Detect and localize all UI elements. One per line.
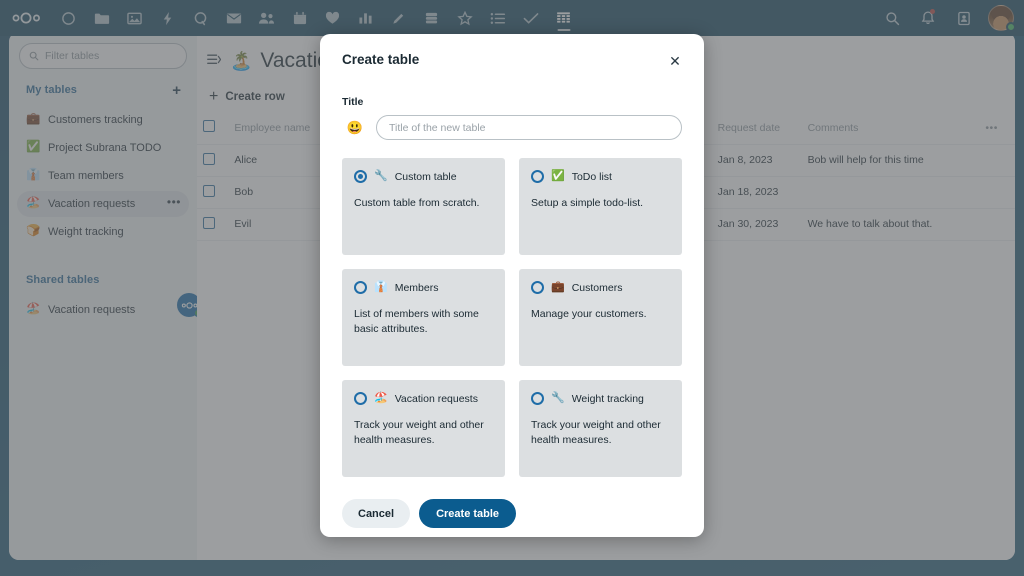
template-card-vacation-requests[interactable]: 🏖️ Vacation requests Track your weight a… (342, 380, 505, 477)
template-card-head: 🏖️ Vacation requests (354, 392, 493, 405)
template-card-weight-tracking[interactable]: 🔧 Weight tracking Track your weight and … (519, 380, 682, 477)
dialog-header: Create table ✕ (342, 34, 682, 70)
template-card-head: 🔧 Weight tracking (531, 392, 670, 405)
template-card-members[interactable]: 👔 Members List of members with some basi… (342, 269, 505, 366)
template-description: Custom table from scratch. (354, 196, 493, 211)
template-name: Vacation requests (395, 393, 478, 405)
beach-icon: 🏖️ (374, 393, 388, 404)
briefcase-icon: 💼 (551, 282, 565, 293)
title-field-row: 😃 (342, 115, 682, 140)
check-mark-icon: ✅ (551, 171, 565, 182)
template-description: Track your weight and other health measu… (531, 418, 670, 448)
template-card-head: 💼 Customers (531, 281, 670, 294)
template-description: Setup a simple todo-list. (531, 196, 670, 211)
cancel-button[interactable]: Cancel (342, 499, 410, 528)
template-card-custom-table[interactable]: 🔧 Custom table Custom table from scratch… (342, 158, 505, 255)
radio-icon[interactable] (354, 281, 367, 294)
radio-icon[interactable] (354, 392, 367, 405)
create-table-dialog: Create table ✕ Title 😃 🔧 Custom table Cu… (320, 34, 704, 537)
template-card-head: 🔧 Custom table (354, 170, 493, 183)
template-card-customers[interactable]: 💼 Customers Manage your customers. (519, 269, 682, 366)
wrench-icon: 🔧 (551, 393, 565, 404)
template-name: Weight tracking (572, 393, 644, 405)
template-name: ToDo list (572, 171, 612, 183)
close-icon[interactable]: ✕ (666, 52, 684, 70)
screen: Filter tables My tables + 💼 Customers tr… (0, 0, 1024, 576)
create-table-button[interactable]: Create table (419, 499, 516, 528)
template-grid: 🔧 Custom table Custom table from scratch… (342, 158, 682, 477)
necktie-icon: 👔 (374, 282, 388, 293)
dialog-footer: Cancel Create table (342, 499, 682, 528)
radio-icon[interactable] (531, 281, 544, 294)
title-field-label: Title (342, 96, 682, 108)
radio-icon[interactable] (354, 170, 367, 183)
table-title-input[interactable] (376, 115, 682, 140)
template-card-head: ✅ ToDo list (531, 170, 670, 183)
template-name: Customers (572, 282, 623, 294)
template-name: Members (395, 282, 439, 294)
radio-icon[interactable] (531, 170, 544, 183)
emoji-picker-button[interactable]: 😃 (344, 117, 366, 139)
template-description: Track your weight and other health measu… (354, 418, 493, 448)
template-description: List of members with some basic attribut… (354, 307, 493, 337)
template-name: Custom table (395, 171, 457, 183)
radio-icon[interactable] (531, 392, 544, 405)
template-card-todo-list[interactable]: ✅ ToDo list Setup a simple todo-list. (519, 158, 682, 255)
dialog-title: Create table (342, 52, 419, 67)
template-description: Manage your customers. (531, 307, 670, 322)
template-card-head: 👔 Members (354, 281, 493, 294)
wrench-icon: 🔧 (374, 171, 388, 182)
